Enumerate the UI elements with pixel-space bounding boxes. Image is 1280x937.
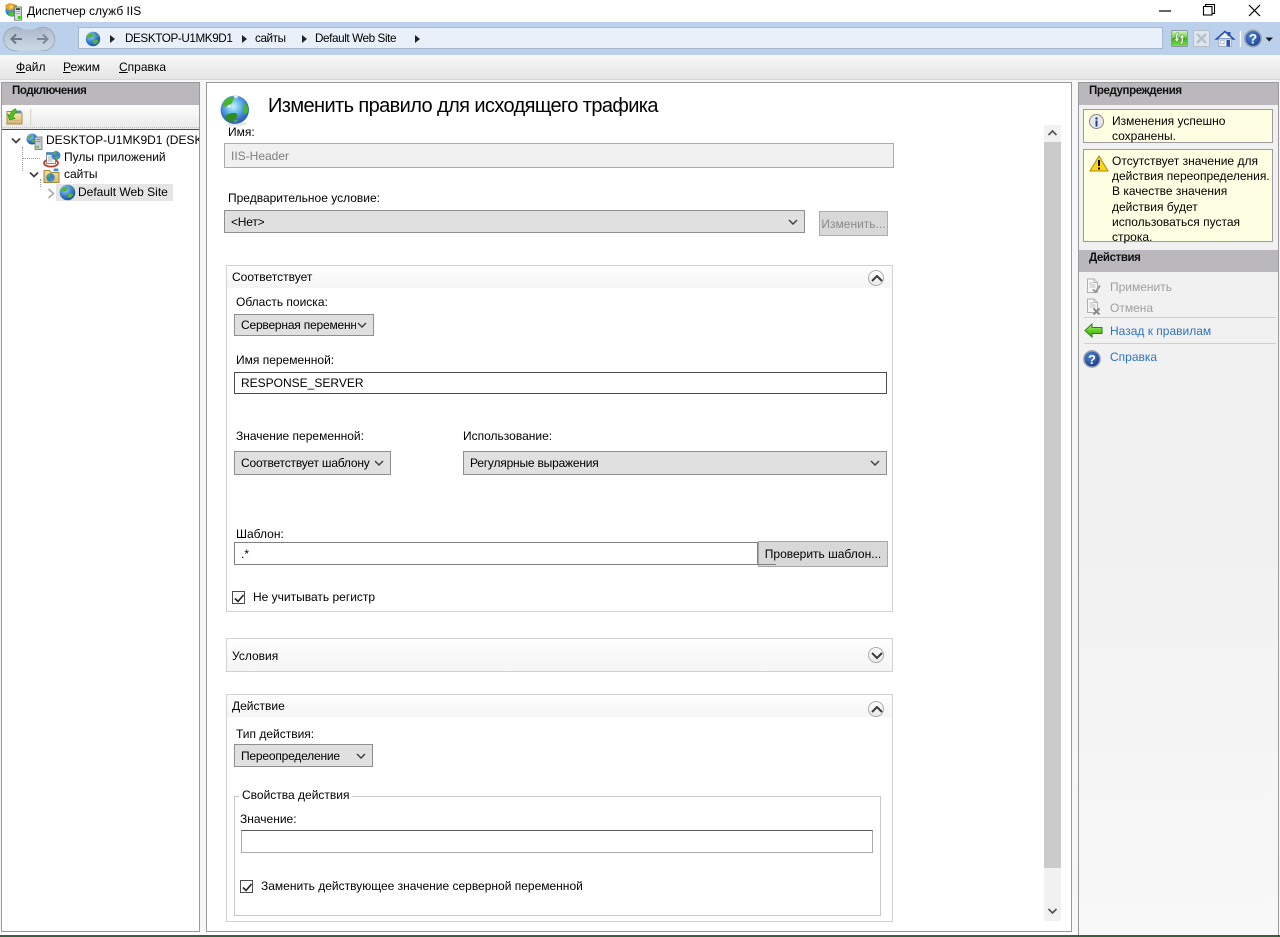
svg-text:?: ? bbox=[1088, 352, 1096, 367]
svg-text:?: ? bbox=[1249, 32, 1257, 47]
